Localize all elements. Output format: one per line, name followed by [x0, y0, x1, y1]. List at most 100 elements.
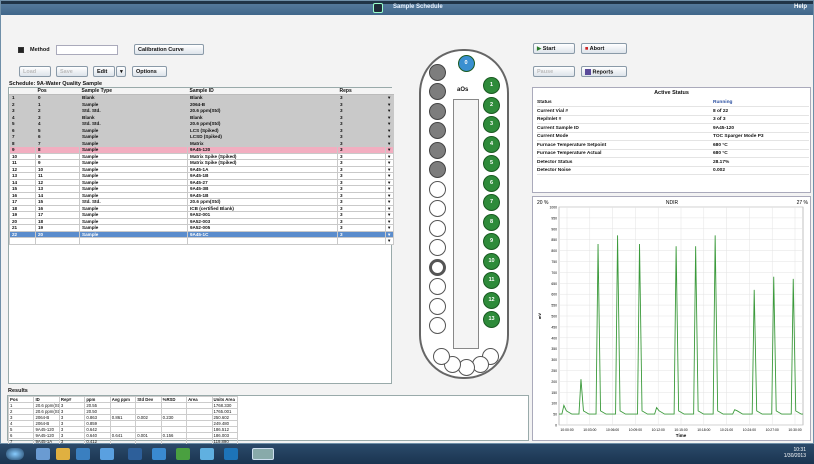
status-row: Furnace Temperature Actual 680 °C [537, 151, 809, 158]
status-row: Current Vial # 8 of 22 [537, 109, 809, 116]
app-logo-icon [373, 3, 383, 13]
row-sample-type[interactable] [79, 237, 188, 245]
save-button[interactable]: Save [56, 66, 88, 77]
x-tick-label: 10:06:00 [606, 428, 619, 432]
y-tick-label: 1000 [549, 206, 557, 210]
status-row: Detector Status 28.17% [537, 160, 809, 167]
x-tick-label: 10:03:00 [583, 428, 596, 432]
y-tick-label: 500 [551, 315, 557, 319]
y-tick-label: 0 [555, 424, 557, 428]
status-key: Current Sample ID [537, 125, 579, 131]
taskbar-app-icon-2[interactable] [56, 448, 70, 460]
taskbar-active-app-icon[interactable] [252, 448, 274, 460]
method-label: Method [30, 47, 50, 53]
method-field[interactable] [56, 45, 118, 55]
row-reps[interactable] [337, 237, 386, 245]
results-cell: 20.6 ppm(Std) [33, 408, 60, 415]
rack-position: 4 [483, 135, 500, 153]
y-tick-label: 850 [551, 238, 557, 242]
pause-button[interactable]: Pause [533, 66, 575, 77]
rack-position: 13 [483, 311, 500, 328]
status-value: 9A45-120 [713, 125, 735, 131]
x-tick-label: 10:27:00 [766, 428, 779, 432]
schedule-row[interactable]: ▾ [9, 237, 394, 245]
rack-position: 3 [483, 116, 500, 133]
status-row: Furnace Temperature Setpoint 680 °C [537, 143, 809, 150]
rack-position [429, 258, 446, 276]
ndir-chart-svg: NDIR20 % 27 %1000950900850800750700650600… [537, 200, 809, 438]
status-key: Status [537, 100, 552, 105]
status-value: 0.002 [713, 168, 726, 173]
status-key: Detector Status [537, 159, 573, 165]
taskbar-app-icon-6[interactable] [152, 448, 166, 460]
taskbar-app-icon-8[interactable] [200, 448, 214, 460]
options-button[interactable]: Options [132, 66, 167, 77]
x-tick-label: 10:30:00 [788, 428, 801, 432]
rack-position: 8 [483, 213, 500, 231]
rack-position [429, 239, 446, 256]
schedule-table[interactable]: Pos Sample Type Sample ID Reps 1 0 Blank Blank… [8, 87, 394, 384]
results-col-header: Units Area [211, 396, 238, 403]
reports-button[interactable]: Reports [581, 66, 627, 77]
rack-position [429, 122, 446, 139]
rack-position [429, 219, 446, 237]
y-tick-label: 600 [551, 293, 557, 297]
status-row: Current Mode TOC Sparger Mode P3 [537, 134, 809, 141]
y-tick-label: 950 [551, 216, 557, 220]
taskbar-app-icon-5[interactable] [128, 448, 142, 460]
rack-center-label: aOs [457, 87, 469, 93]
rack-position [429, 141, 446, 159]
rack-position: 0 [457, 55, 475, 72]
rack-position: 12 [483, 291, 500, 309]
status-key: Rep/Inlet # [537, 117, 562, 122]
x-tick-label: 10:15:00 [674, 428, 687, 432]
rack-position [429, 200, 446, 217]
y-tick-label: 400 [551, 336, 557, 340]
autosampler-rack: 0 1 2 3 4 5 6 7 8 9 10 11 12 13 aOs [419, 49, 509, 379]
y-tick-label: 450 [551, 325, 557, 329]
row-pos[interactable] [35, 237, 80, 245]
x-tick-label: 10:09:00 [629, 428, 642, 432]
row-dropdown-icon[interactable]: ▾ [385, 237, 394, 245]
status-key: Furnace Temperature Actual [537, 151, 602, 156]
rack-position: 9 [483, 233, 500, 250]
rack-position [429, 317, 446, 334]
results-table[interactable]: Pos ID Rep# ppm Avg ppm Std Dev %RSD Area Units … [7, 395, 529, 445]
row-sample-id[interactable] [187, 237, 338, 245]
rack-position [429, 180, 446, 198]
help-link[interactable]: Help [794, 4, 807, 10]
taskbar-app-icon-9[interactable] [224, 448, 238, 460]
row-number[interactable] [9, 237, 36, 245]
edit-button[interactable]: Edit [93, 66, 115, 77]
taskbar-app-icon-1[interactable] [36, 448, 50, 460]
edit-dropdown-arrow[interactable]: ▾ [116, 66, 126, 77]
status-value: 28.17% [713, 159, 730, 165]
status-value: 680 °C [713, 142, 728, 148]
taskbar-app-icon-7[interactable] [176, 448, 190, 460]
start-button[interactable]: ▶ Start [533, 43, 575, 54]
rack-position: 10 [483, 252, 500, 270]
reports-label: Reports [592, 69, 614, 76]
start-menu-icon[interactable] [6, 448, 24, 460]
rack-position [429, 63, 446, 81]
calibration-curve-button[interactable]: Calibration Curve [134, 44, 204, 55]
taskbar-app-icon-3[interactable] [76, 448, 90, 460]
abort-button[interactable]: ■ Abort [581, 43, 627, 54]
rack-position: 1 [483, 77, 500, 94]
method-checkbox[interactable] [18, 47, 24, 53]
y-tick-label: 800 [551, 249, 557, 253]
rack-position: 5 [483, 155, 500, 172]
load-button[interactable]: Load [19, 66, 51, 77]
y-tick-label: 550 [551, 304, 557, 308]
y-tick-label: 100 [551, 402, 557, 406]
abort-label: Abort [589, 46, 605, 52]
y-tick-label: 250 [551, 369, 557, 373]
status-value: Running [713, 100, 733, 105]
y-axis-label: mV [537, 313, 542, 320]
title-bar: Sample Schedule Help [1, 1, 813, 15]
status-value: 8 of 22 [713, 108, 729, 114]
taskbar-app-icon-4[interactable] [100, 448, 114, 460]
x-tick-label: 10:24:00 [743, 428, 756, 432]
x-tick-label: 10:18:00 [697, 428, 710, 432]
y-tick-label: 750 [551, 260, 557, 264]
